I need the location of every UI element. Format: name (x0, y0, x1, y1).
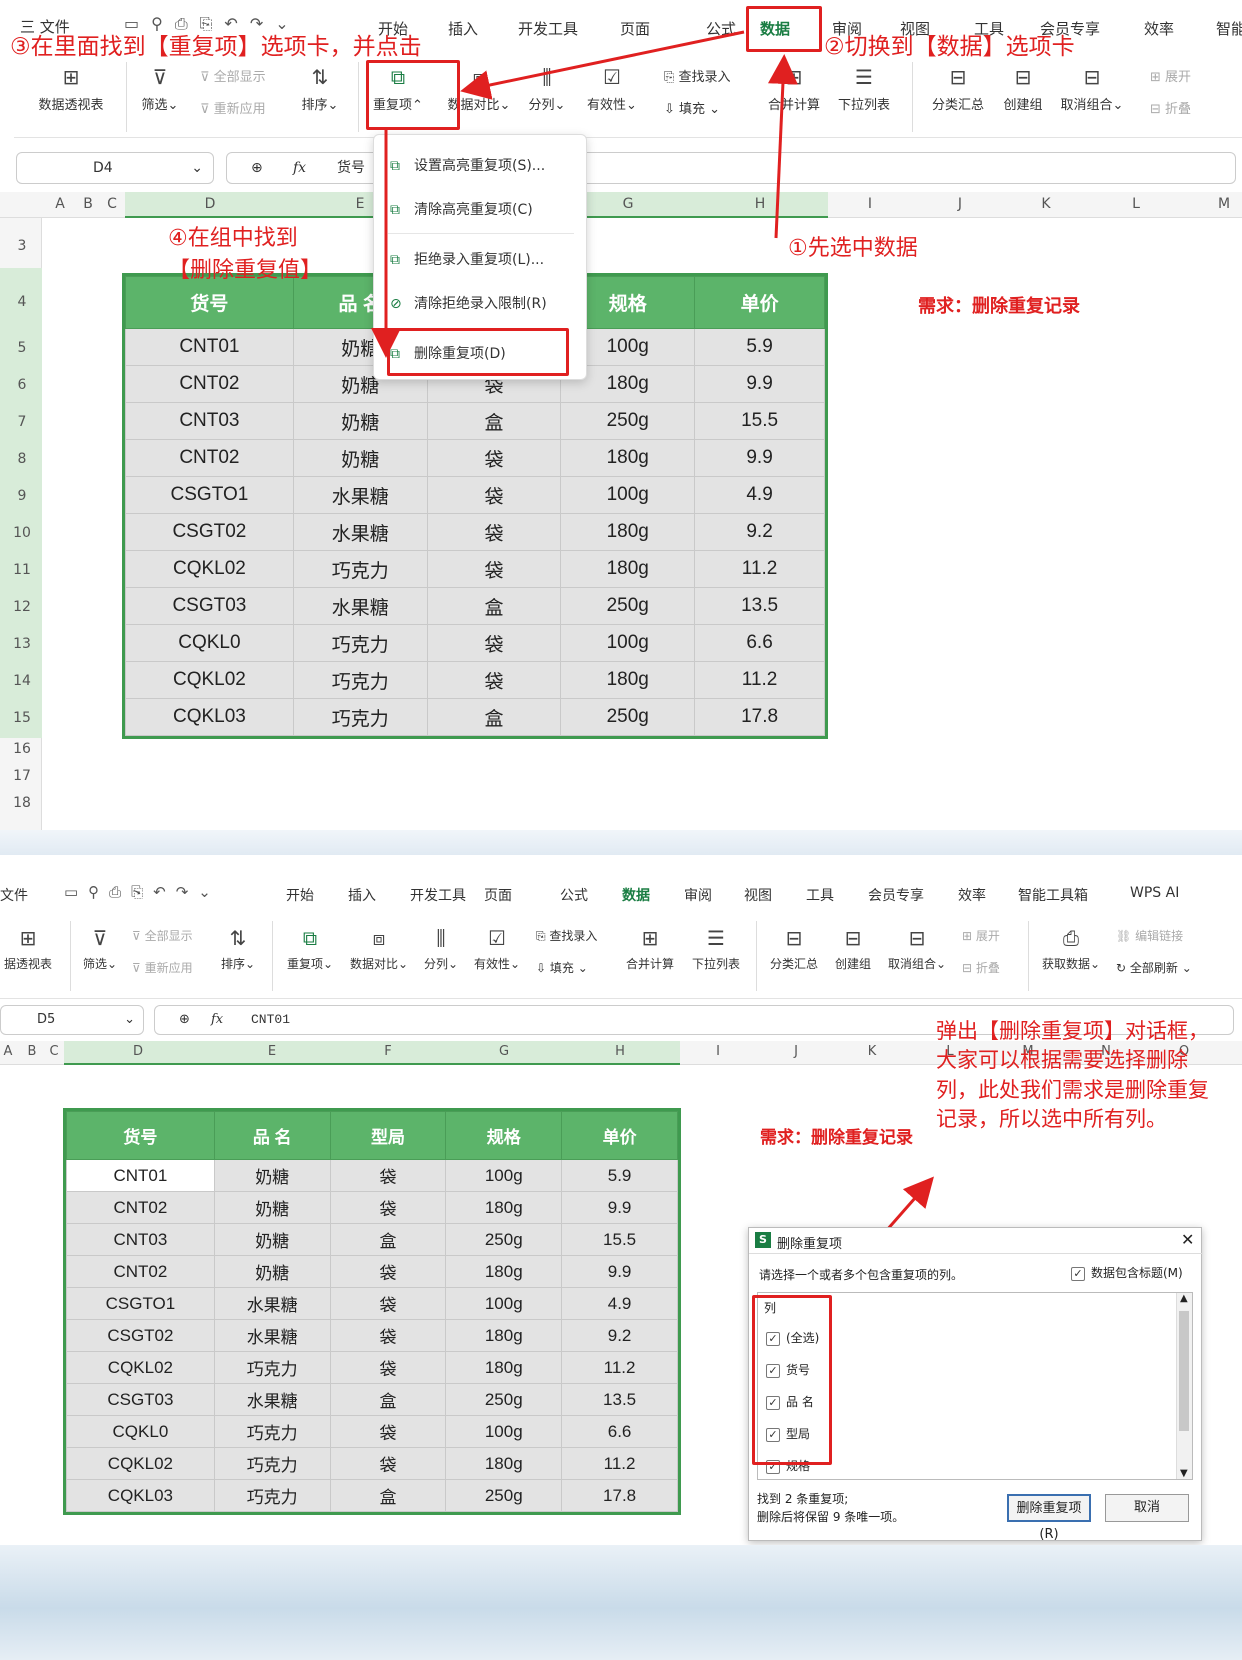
wps-app-icon: S (755, 1232, 771, 1248)
background-wave-strip (0, 828, 1242, 858)
scroll-down-icon[interactable]: ▼ (1180, 1468, 1188, 1479)
scrollbar-thumb[interactable] (1179, 1311, 1189, 1431)
annotation-step4-detail: 【删除重复值】 (168, 258, 323, 283)
annotation-arrows (371, 30, 798, 358)
listbox-scrollbar[interactable]: ▲ ▼ (1176, 1293, 1192, 1479)
keep-count-text: 删除后将保留 9 条唯一项。 (757, 1510, 905, 1524)
bottom-screenshot: 文件 ▭⚲⎙⎘↶↷⌄ 开始 插入 开发工具 页面 公式 数据 审阅 视图 工具 会员专享 效率 智能工… (0, 855, 1242, 1545)
annotation-step2: ②切换到【数据】选项卡 (824, 34, 1075, 60)
annotation-step1: ①先选中数据 (788, 236, 918, 261)
cancel-button[interactable]: 取消 (1105, 1494, 1189, 1522)
dialog-title: 删除重复项 (777, 1237, 843, 1252)
requirement-note: 需求：删除重复记录 (918, 296, 1080, 317)
has-header-checkbox[interactable]: ✓ 数据包含标题(M) (1071, 1264, 1183, 1281)
checkbox-checked-icon: ✓ (1071, 1266, 1085, 1281)
remove-duplicates-confirm-button[interactable]: 删除重复项(R) (1007, 1494, 1091, 1542)
close-icon[interactable]: ✕ (1181, 1230, 1194, 1249)
annotation-step4: ④在组中找到 (168, 226, 298, 251)
annotation-step3: ③在里面找到【重复项】选项卡，并点击 (10, 34, 422, 60)
highlight-column-checkboxes (752, 1295, 832, 1465)
dialog-instruction: 请选择一个或者多个包含重复项的列。 (759, 1268, 964, 1282)
background-decoration (0, 1545, 1242, 1660)
top-screenshot: 三 文件 ▭⚲⎙⎘↶↷⌄ 开始 插入 开发工具 页面 公式 数据 审阅 视图 工具 会员专享 效率智… (0, 0, 1242, 830)
found-count-text: 找到 2 条重复项; (757, 1492, 849, 1506)
scroll-up-icon[interactable]: ▲ (1180, 1293, 1188, 1304)
